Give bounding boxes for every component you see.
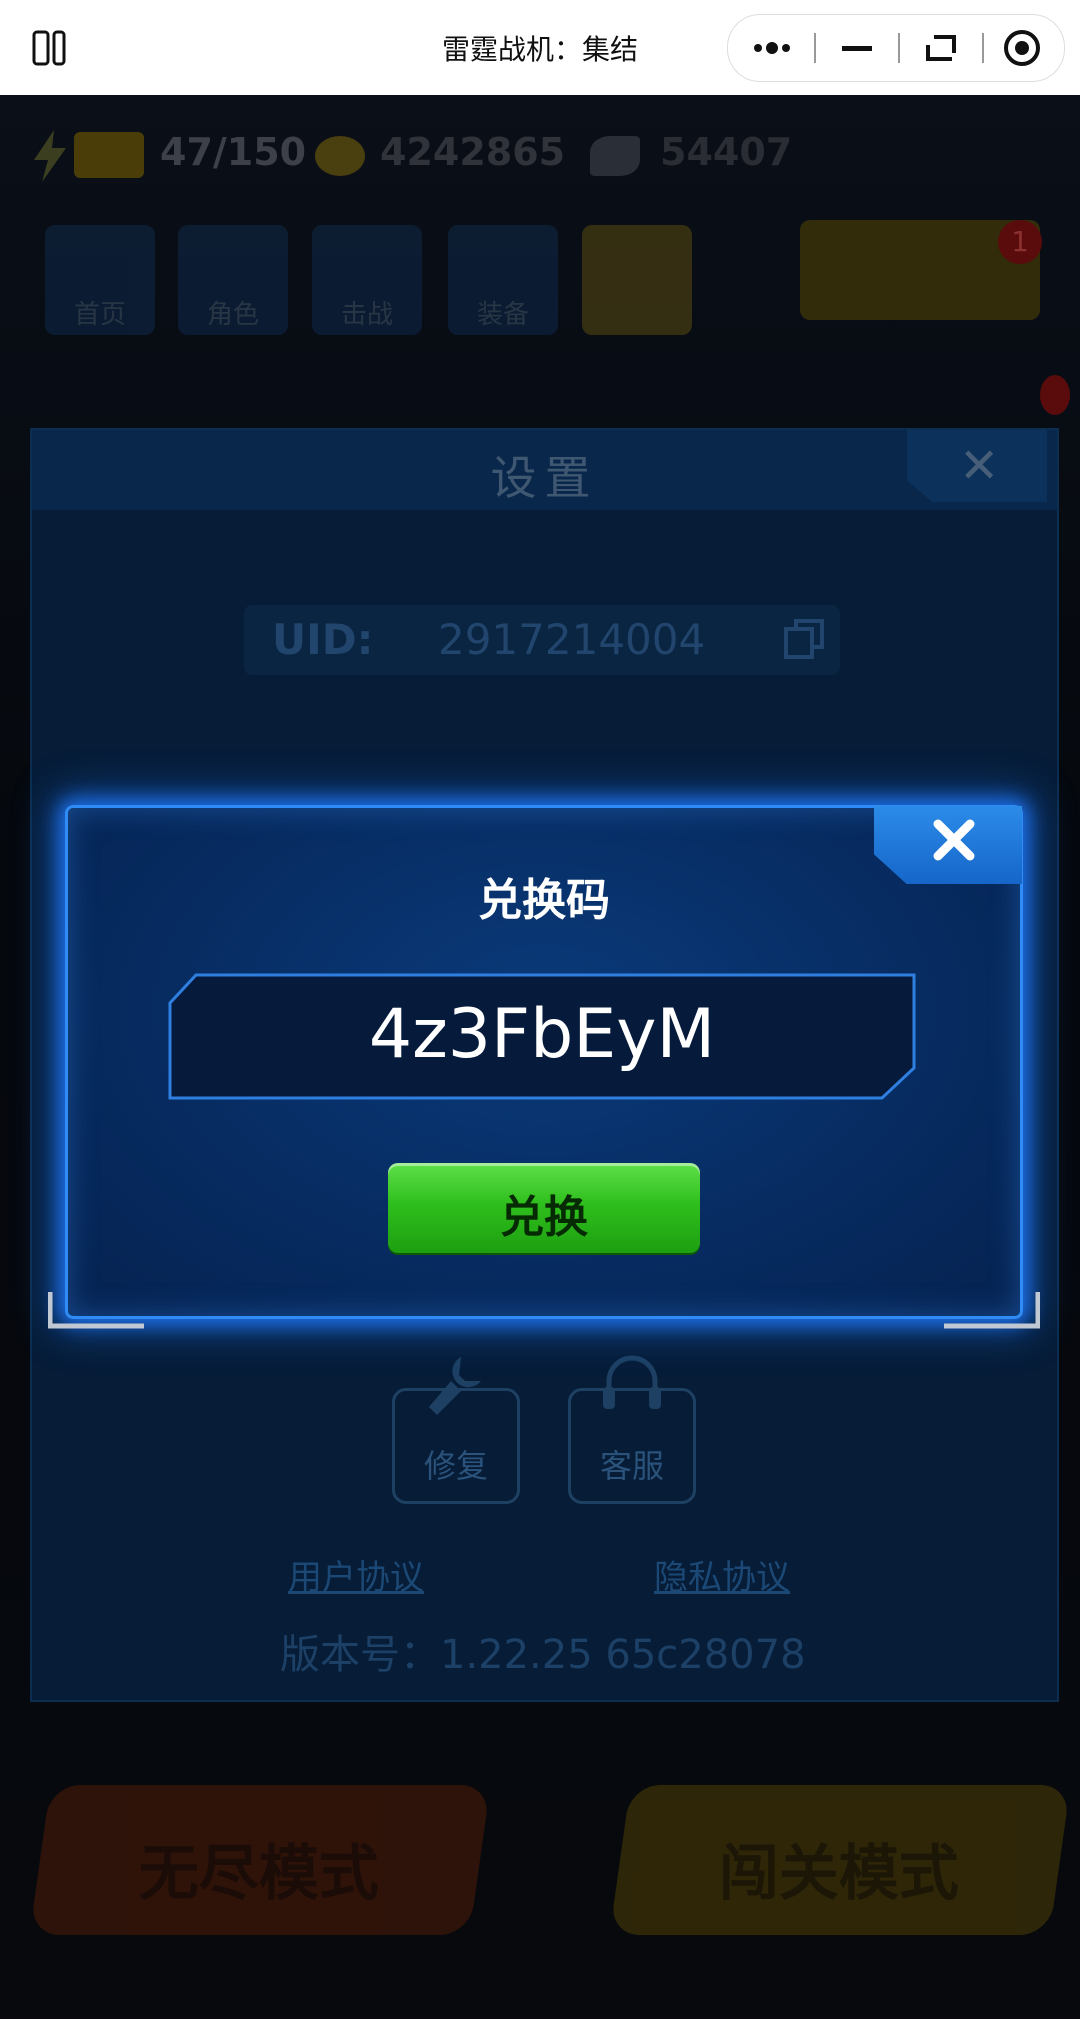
customer-service-button[interactable]: 客服: [568, 1355, 696, 1504]
version-text: 版本号：1.22.25 65c28078: [280, 1632, 806, 1678]
redeem-code-value: 4z3FbEyM: [368, 995, 716, 1074]
gem-icon: [590, 136, 640, 176]
minimize-button[interactable]: [816, 15, 898, 81]
more-dots-icon: [754, 42, 790, 54]
notification-badge: 1: [998, 220, 1042, 264]
minimize-icon: [842, 46, 872, 51]
coin-value: 4242865: [380, 130, 566, 174]
settings-title: 设置: [490, 451, 599, 505]
endless-mode-button: 无尽模式: [29, 1785, 491, 1935]
dialog-title: 兑换码: [478, 875, 610, 926]
wrench-icon: [429, 1357, 481, 1415]
corner-ornament: [944, 1292, 1040, 1329]
energy-bar: [74, 132, 144, 178]
uid-value: 2917214004: [438, 615, 706, 664]
notification-dot: [1040, 375, 1070, 415]
capsule-menu: [727, 14, 1065, 82]
redeem-button[interactable]: 兑换: [388, 1163, 700, 1253]
repair-button[interactable]: 修复: [392, 1357, 520, 1504]
float-window-icon: [926, 35, 956, 61]
corner-ornament: [48, 1292, 144, 1329]
exit-button[interactable]: [984, 15, 1066, 81]
target-icon: [1004, 30, 1040, 66]
redeem-code-input[interactable]: 4z3FbEyM: [168, 973, 916, 1100]
float-window-button[interactable]: [900, 15, 982, 81]
privacy-agreement-link[interactable]: 隐私协议: [654, 1550, 790, 1599]
nav-tile-gift: [582, 225, 692, 335]
coin-icon: [315, 136, 365, 176]
nav-tile: 角色: [178, 225, 288, 335]
settings-close-button[interactable]: ✕: [907, 430, 1047, 502]
energy-value: 47/150: [160, 130, 307, 174]
gem-value: 54407: [660, 130, 793, 174]
copy-icon[interactable]: [784, 619, 824, 659]
uid-box: UID: 2917214004: [244, 605, 840, 675]
mini-program-topbar: 雷霆战机：集结: [0, 0, 1080, 95]
redeem-dialog: 兑换码 4z3FbEyM 兑换: [48, 805, 1040, 1329]
headset-icon: [603, 1355, 661, 1409]
user-agreement-link[interactable]: 用户协议: [288, 1550, 424, 1599]
nav-tile: 击战: [312, 225, 422, 335]
uid-label: UID:: [272, 615, 374, 664]
nav-tile: 装备: [448, 225, 558, 335]
settings-header: 设置: [32, 430, 1057, 510]
more-button[interactable]: [728, 15, 810, 81]
close-icon: ✕: [959, 438, 1000, 494]
energy-icon: [30, 130, 66, 182]
nav-tile: 首页: [45, 225, 155, 335]
stage-mode-button: 闯关模式: [609, 1785, 1071, 1935]
